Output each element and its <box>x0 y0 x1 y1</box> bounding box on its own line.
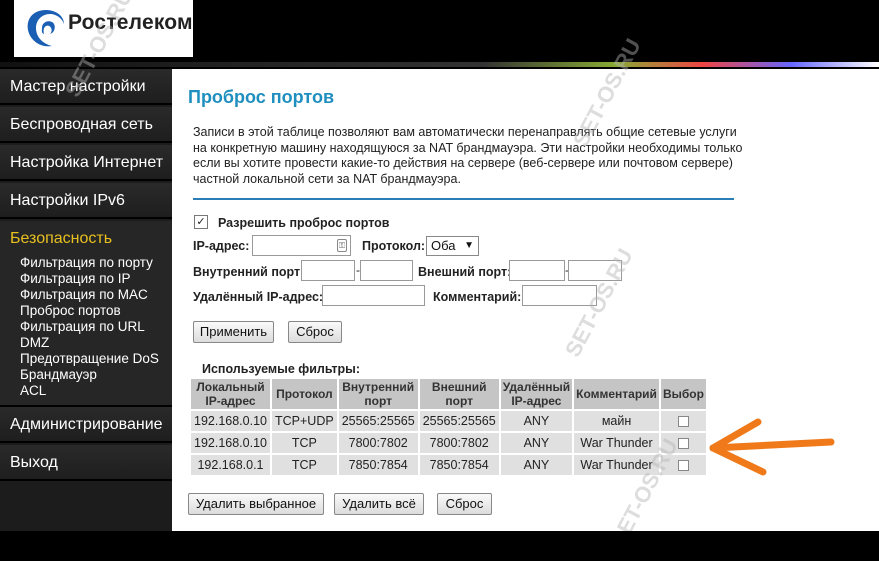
internal-port-label: Внутренний порт: <box>193 265 305 279</box>
protocol-label: Протокол: <box>362 239 426 253</box>
footer-strip <box>0 531 879 561</box>
key-icon: ⚿ <box>337 239 347 252</box>
remote-ip-label: Удалённый IP-адрес: <box>193 290 324 304</box>
col-header-local-ip: Локальный IP-адрес <box>191 379 270 409</box>
divider <box>193 198 734 200</box>
cell-comment: War Thunder <box>574 455 659 475</box>
row-select-checkbox[interactable] <box>677 460 689 472</box>
cell-protocol: TCP <box>272 433 337 453</box>
col-header-comment: Комментарий <box>574 379 659 409</box>
table-row: 192.168.0.1 TCP 7850:7854 7850:7854 ANY … <box>191 455 706 475</box>
cell-internal-port: 7850:7854 <box>338 455 418 475</box>
protocol-select[interactable]: Оба ▼ <box>426 236 479 256</box>
cell-remote-ip: ANY <box>500 411 573 431</box>
delete-all-button[interactable]: Удалить всё <box>334 493 424 515</box>
brand-name: Ростелеком <box>68 11 193 34</box>
sidebar-item-logout[interactable]: Выход <box>0 445 172 481</box>
sidebar: Мастер настройки Беспроводная сеть Настр… <box>0 69 172 531</box>
sidebar-subitem-firewall[interactable]: Брандмауэр <box>20 367 97 383</box>
table-row: 192.168.0.10 TCP 7800:7802 7800:7802 ANY… <box>191 433 706 453</box>
cell-local-ip: 192.168.0.1 <box>191 455 270 475</box>
cell-external-port: 25565:25565 <box>419 411 499 431</box>
cell-protocol: TCP+UDP <box>272 411 337 431</box>
external-port-label: Внешний порт: <box>418 265 512 279</box>
ip-address-input[interactable]: ⚿ <box>252 235 351 256</box>
enable-forwarding-label: Разрешить проброс портов <box>218 216 390 230</box>
cell-external-port: 7850:7854 <box>419 455 499 475</box>
sidebar-subitem-port-forwarding[interactable]: Проброс портов <box>20 303 121 319</box>
sidebar-subitem-mac-filter[interactable]: Фильтрация по MAC <box>20 287 148 303</box>
sidebar-item-ipv6[interactable]: Настройки IPv6 <box>0 183 172 219</box>
ip-label: IP-адрес: <box>193 239 250 253</box>
reset-button[interactable]: Сброс <box>288 321 342 343</box>
col-header-protocol: Протокол <box>272 379 337 409</box>
filters-title: Используемые фильтры: <box>202 362 361 376</box>
internal-port-start-input[interactable] <box>301 260 355 281</box>
col-header-external-port: Внешний порт <box>419 379 499 409</box>
sidebar-subitem-port-filter[interactable]: Фильтрация по порту <box>20 255 153 271</box>
sidebar-item-admin[interactable]: Администрирование <box>0 407 172 443</box>
sidebar-item-internet[interactable]: Настройка Интернет <box>0 145 172 181</box>
cell-internal-port: 7800:7802 <box>338 433 418 453</box>
cell-local-ip: 192.168.0.10 <box>191 411 270 431</box>
cell-select <box>660 411 706 431</box>
cell-comment: майн <box>574 411 659 431</box>
col-header-select: Выбор <box>660 379 706 409</box>
page-title: Проброс портов <box>188 87 335 107</box>
internal-port-end-input[interactable] <box>360 260 413 281</box>
external-port-end-input[interactable] <box>568 260 622 281</box>
sidebar-item-wireless[interactable]: Беспроводная сеть <box>0 107 172 143</box>
logo: Ростелеком <box>14 0 193 57</box>
sidebar-subitem-ip-filter[interactable]: Фильтрация по IP <box>20 271 131 287</box>
filters-reset-button[interactable]: Сброс <box>437 493 492 515</box>
cell-local-ip: 192.168.0.10 <box>191 433 270 453</box>
page-description: Записи в этой таблице позволяют вам авто… <box>193 125 743 186</box>
rostelecom-logo-icon <box>27 10 64 47</box>
orange-arrow-icon <box>709 418 835 476</box>
sidebar-subitem-acl[interactable]: ACL <box>20 383 46 399</box>
cell-internal-port: 25565:25565 <box>338 411 418 431</box>
col-header-internal-port: Внутренний порт <box>338 379 418 409</box>
cell-external-port: 7800:7802 <box>419 433 499 453</box>
remote-ip-input[interactable] <box>322 285 425 306</box>
cell-remote-ip: ANY <box>500 433 573 453</box>
sidebar-item-wizard[interactable]: Мастер настройки <box>0 69 172 105</box>
enable-forwarding-checkbox[interactable]: ✓ <box>194 215 208 229</box>
filters-table: Локальный IP-адрес Протокол Внутренний п… <box>189 377 708 477</box>
cell-remote-ip: ANY <box>500 455 573 475</box>
apply-button[interactable]: Применить <box>193 321 274 343</box>
row-select-checkbox[interactable] <box>677 438 689 450</box>
cell-select <box>660 433 706 453</box>
chevron-down-icon: ▼ <box>464 240 474 251</box>
comment-input[interactable] <box>522 285 597 306</box>
comment-label: Комментарий: <box>433 290 522 304</box>
sidebar-subitem-url-filter[interactable]: Фильтрация по URL <box>20 319 145 335</box>
delete-selected-button[interactable]: Удалить выбранное <box>188 493 324 515</box>
protocol-select-value: Оба <box>431 238 456 253</box>
col-header-remote-ip: Удалённый IP-адрес <box>500 379 573 409</box>
sidebar-subitem-dos[interactable]: Предотвращение DoS <box>20 351 159 367</box>
cell-select <box>660 455 706 475</box>
sidebar-item-security-label: Безопасность <box>10 230 113 247</box>
cell-protocol: TCP <box>272 455 337 475</box>
table-row: 192.168.0.10 TCP+UDP 25565:25565 25565:2… <box>191 411 706 431</box>
row-select-checkbox[interactable] <box>677 416 689 428</box>
external-port-start-input[interactable] <box>509 260 565 281</box>
header-stripe <box>0 62 879 67</box>
cell-comment: War Thunder <box>574 433 659 453</box>
sidebar-subitem-dmz[interactable]: DMZ <box>20 335 49 351</box>
